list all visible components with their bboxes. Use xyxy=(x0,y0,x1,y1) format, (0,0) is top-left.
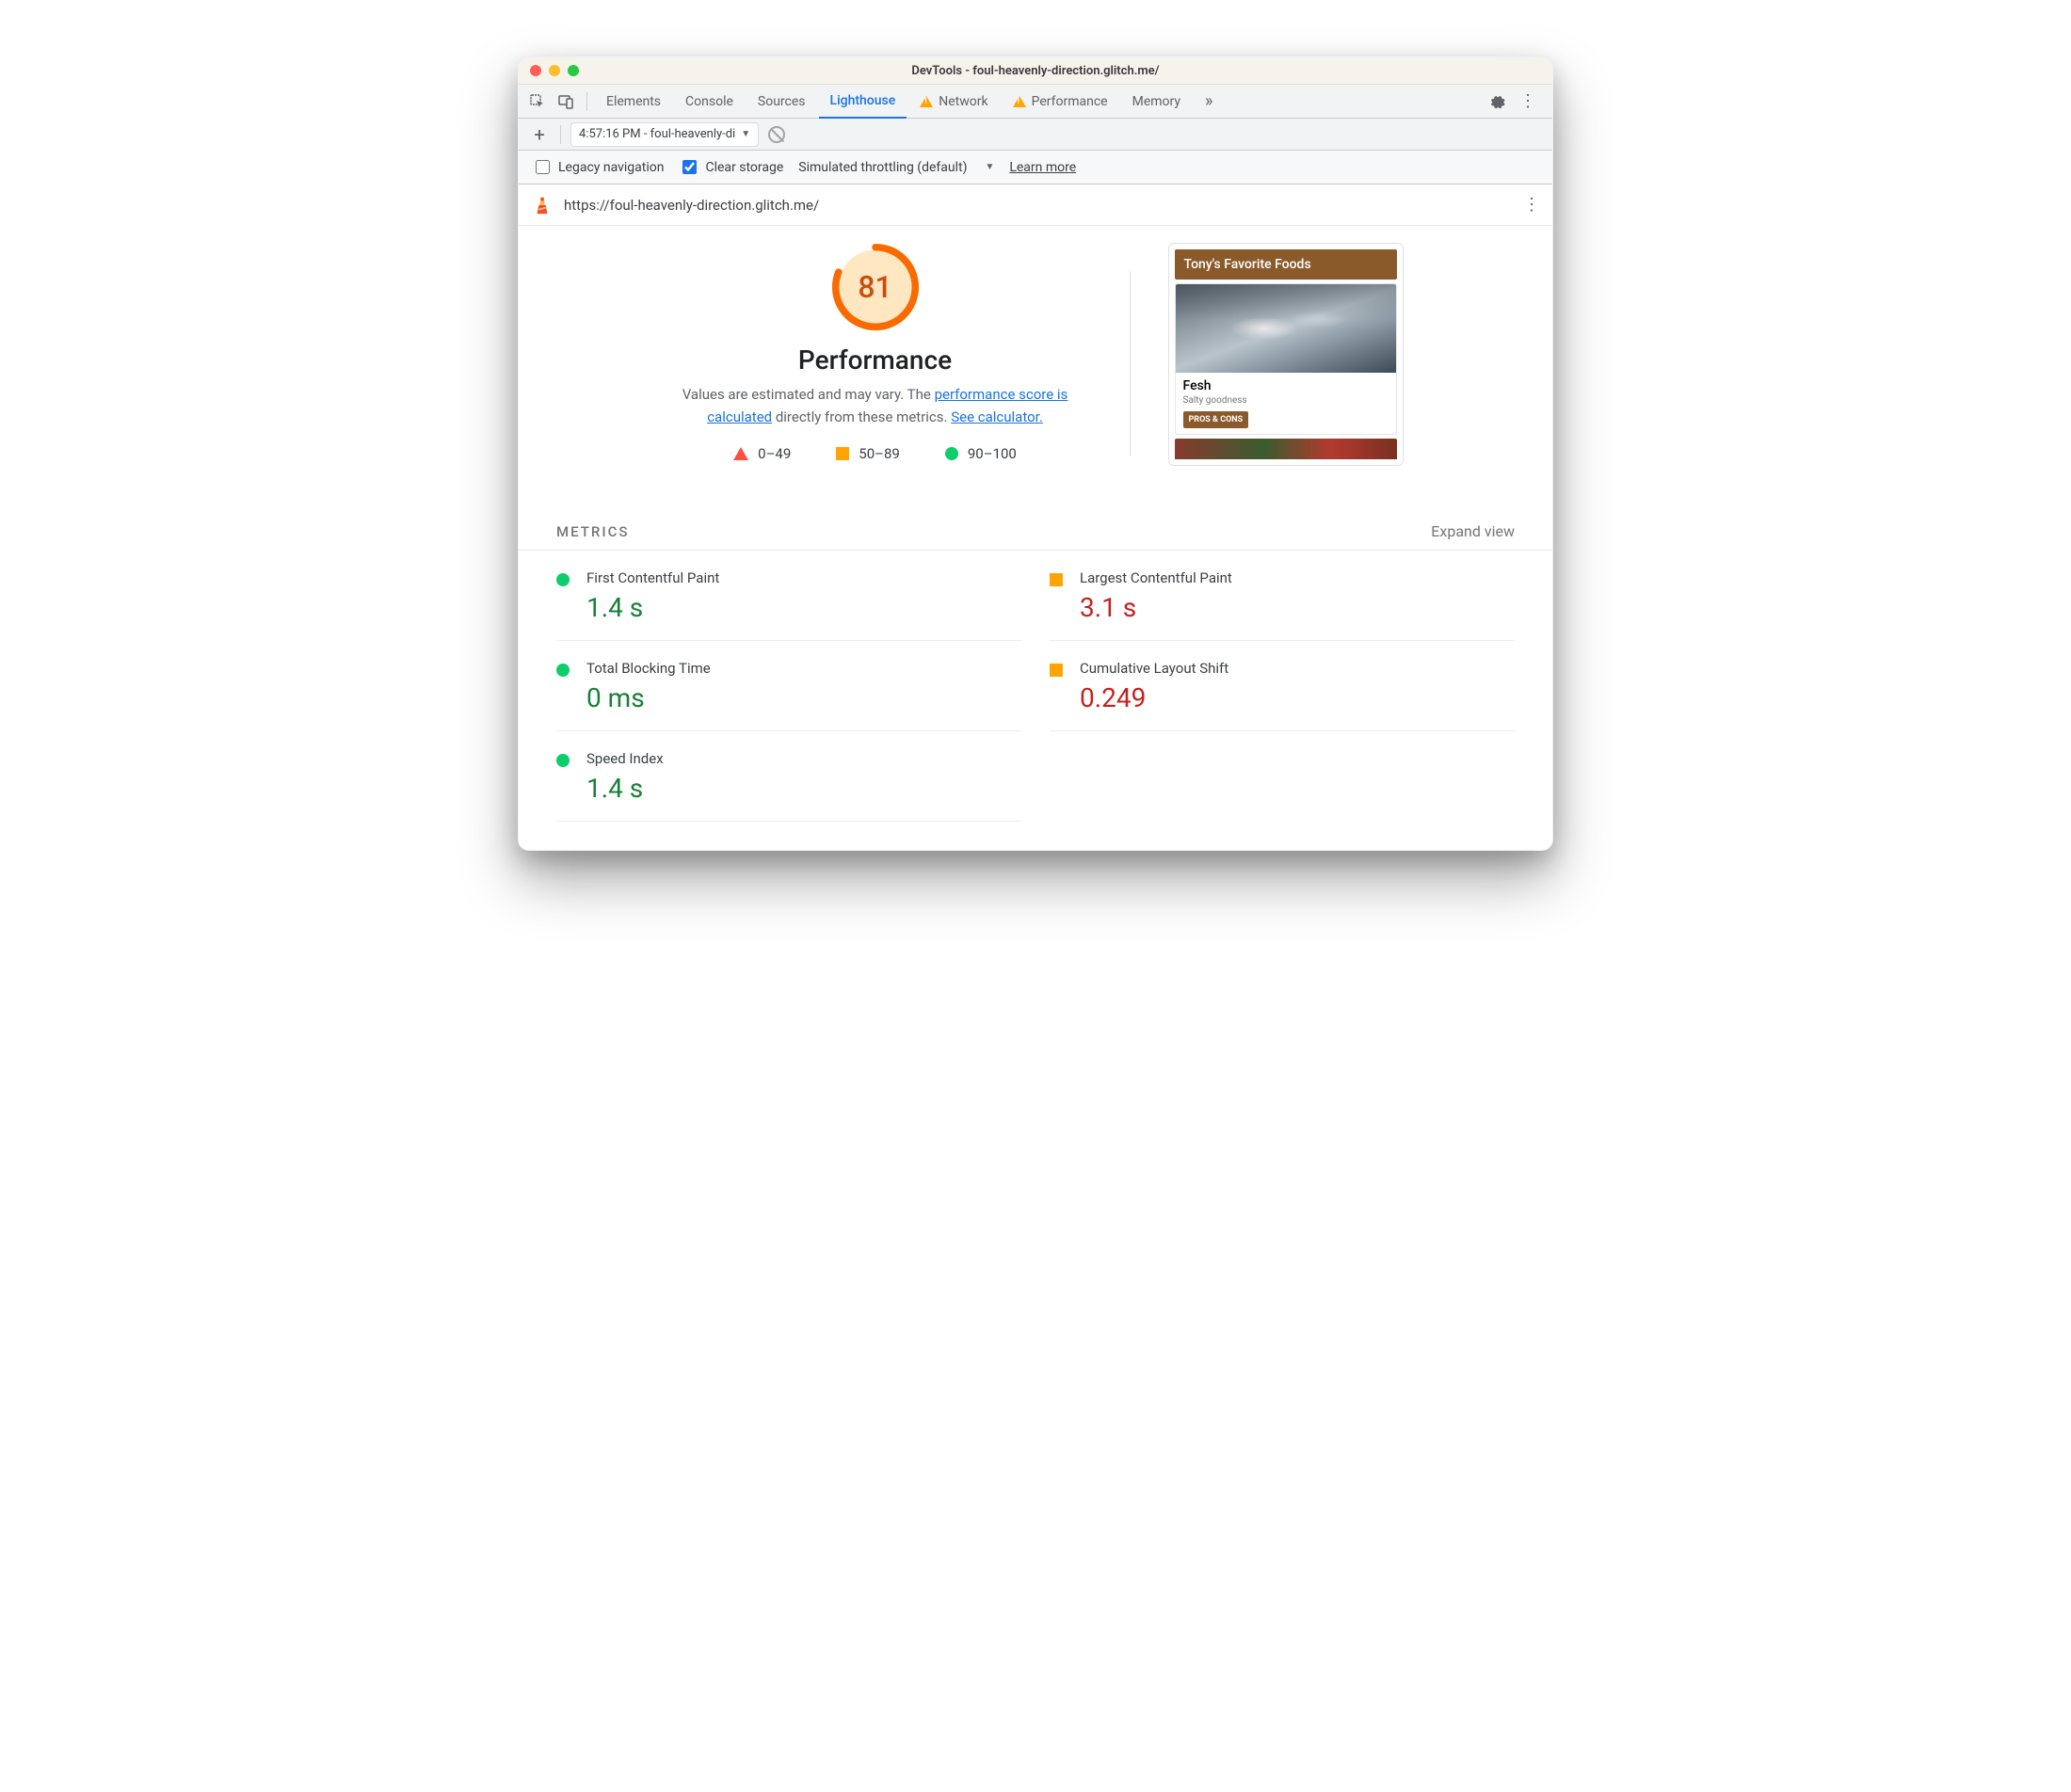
warning-icon xyxy=(1013,96,1026,107)
tab-lighthouse[interactable]: Lighthouse xyxy=(819,85,907,119)
audit-select[interactable]: 4:57:16 PM - foul-heavenly-di ▼ xyxy=(570,122,759,147)
new-audit-button[interactable]: + xyxy=(528,123,551,146)
metric-item[interactable]: First Contentful Paint 1.4 s xyxy=(556,551,1021,641)
see-calculator-link[interactable]: See calculator. xyxy=(951,408,1043,425)
page-screenshot-preview: Tony's Favorite Foods Fesh Salty goodnes… xyxy=(1168,243,1404,466)
metric-label: Speed Index xyxy=(586,750,664,767)
clear-audit-icon[interactable] xyxy=(768,126,785,143)
traffic-lights xyxy=(530,65,579,76)
metric-item[interactable]: Largest Contentful Paint 3.1 s xyxy=(1050,551,1515,641)
tab-label: Performance xyxy=(1032,94,1108,109)
zoom-window-button[interactable] xyxy=(568,65,579,76)
metric-value: 0 ms xyxy=(586,682,711,713)
audit-select-label: 4:57:16 PM - foul-heavenly-di xyxy=(579,127,735,141)
learn-more-link[interactable]: Learn more xyxy=(1009,160,1076,175)
chevron-down-icon: ▼ xyxy=(985,162,994,172)
metric-value: 0.249 xyxy=(1080,682,1228,713)
metric-value: 1.4 s xyxy=(586,592,719,623)
tabs-overflow-button[interactable]: » xyxy=(1194,85,1224,119)
triangle-icon xyxy=(733,447,748,460)
more-vert-icon[interactable]: ⋮ xyxy=(1515,88,1541,115)
report-url-bar: https://foul-heavenly-direction.glitch.m… xyxy=(519,184,1552,226)
expand-view-button[interactable]: Expand view xyxy=(1431,522,1515,540)
metrics-grid: First Contentful Paint 1.4 s Largest Conte… xyxy=(519,551,1552,822)
gauge-score: 81 xyxy=(831,243,920,331)
square-icon xyxy=(1050,664,1063,677)
circle-icon xyxy=(945,447,958,460)
clear-storage-checkbox[interactable]: Clear storage xyxy=(679,157,783,177)
devtools-tabbar: Elements Console Sources Lighthouse Netw… xyxy=(519,85,1552,119)
window-title: DevTools - foul-heavenly-direction.glitc… xyxy=(519,64,1552,78)
circle-icon xyxy=(556,664,570,677)
clear-storage-input[interactable] xyxy=(682,160,697,174)
tab-elements[interactable]: Elements xyxy=(595,85,672,119)
preview-header: Tony's Favorite Foods xyxy=(1175,249,1397,280)
gauge-column: 81 Performance Values are estimated and … xyxy=(659,243,1092,462)
metric-value: 1.4 s xyxy=(586,773,664,804)
devtools-window: DevTools - foul-heavenly-direction.glitc… xyxy=(518,56,1553,851)
minimize-window-button[interactable] xyxy=(549,65,560,76)
legacy-nav-checkbox[interactable]: Legacy navigation xyxy=(532,157,664,177)
metric-item[interactable]: Speed Index 1.4 s xyxy=(556,731,1021,822)
legend-fail: 0–49 xyxy=(733,445,791,462)
square-icon xyxy=(836,447,849,460)
tab-label: Memory xyxy=(1132,94,1180,109)
preview-card-button: PROS & CONS xyxy=(1183,411,1249,428)
legacy-nav-input[interactable] xyxy=(536,160,550,174)
checkbox-label: Clear storage xyxy=(705,160,783,175)
throttling-label: Simulated throttling (default) xyxy=(798,160,967,175)
metric-label: Cumulative Layout Shift xyxy=(1080,660,1228,677)
preview-card: Fesh Salty goodness PROS & CONS xyxy=(1175,283,1397,435)
metrics-heading: METRICS xyxy=(556,523,629,540)
tab-memory[interactable]: Memory xyxy=(1121,85,1192,119)
square-icon xyxy=(1050,573,1063,586)
vertical-divider xyxy=(1130,271,1131,456)
metric-item[interactable]: Total Blocking Time 0 ms xyxy=(556,641,1021,731)
tab-network[interactable]: Network xyxy=(908,85,999,119)
close-window-button[interactable] xyxy=(530,65,541,76)
circle-icon xyxy=(556,573,570,586)
lighthouse-options-bar: Legacy navigation Clear storage Simulate… xyxy=(519,151,1552,184)
lighthouse-logo-icon xyxy=(532,195,553,216)
metric-label: Total Blocking Time xyxy=(586,660,711,677)
tab-label: Sources xyxy=(758,94,806,109)
metric-label: First Contentful Paint xyxy=(586,569,719,586)
metric-value: 3.1 s xyxy=(1080,592,1232,623)
preview-card-subtitle: Salty goodness xyxy=(1183,395,1389,406)
circle-icon xyxy=(556,754,570,767)
warning-icon xyxy=(920,96,933,107)
score-legend: 0–49 50–89 90–100 xyxy=(733,445,1017,462)
legend-pass: 90–100 xyxy=(945,445,1017,462)
report-url: https://foul-heavenly-direction.glitch.m… xyxy=(564,197,819,214)
lighthouse-report: 81 Performance Values are estimated and … xyxy=(519,226,1552,850)
tab-label: Console xyxy=(685,94,733,109)
metric-label: Largest Contentful Paint xyxy=(1080,569,1232,586)
preview-strip-image xyxy=(1175,439,1397,459)
device-toggle-icon[interactable] xyxy=(553,88,579,115)
settings-gear-icon[interactable] xyxy=(1485,88,1511,115)
tab-performance[interactable]: Performance xyxy=(1002,85,1119,119)
category-description: Values are estimated and may vary. The p… xyxy=(673,383,1078,428)
tab-label: Network xyxy=(939,94,987,109)
tab-sources[interactable]: Sources xyxy=(747,85,817,119)
checkbox-label: Legacy navigation xyxy=(558,160,664,175)
preview-card-image xyxy=(1176,284,1396,373)
tab-console[interactable]: Console xyxy=(674,85,745,119)
performance-gauge[interactable]: 81 xyxy=(831,243,920,331)
chevron-down-icon: ▼ xyxy=(741,129,750,139)
legend-average: 50–89 xyxy=(836,445,900,462)
tab-label: Elements xyxy=(606,94,661,109)
throttling-select[interactable]: Simulated throttling (default) ▼ xyxy=(798,160,994,175)
metric-item[interactable]: Cumulative Layout Shift 0.249 xyxy=(1050,641,1515,731)
report-more-icon[interactable]: ⋮ xyxy=(1523,195,1539,215)
category-title: Performance xyxy=(798,344,952,376)
lighthouse-subbar: + 4:57:16 PM - foul-heavenly-di ▼ xyxy=(519,119,1552,151)
separator xyxy=(560,125,561,144)
tab-label: Lighthouse xyxy=(830,93,896,108)
window-titlebar: DevTools - foul-heavenly-direction.glitc… xyxy=(519,57,1552,85)
inspect-icon[interactable] xyxy=(524,88,551,115)
preview-card-title: Fesh xyxy=(1183,378,1389,393)
separator xyxy=(586,92,587,111)
